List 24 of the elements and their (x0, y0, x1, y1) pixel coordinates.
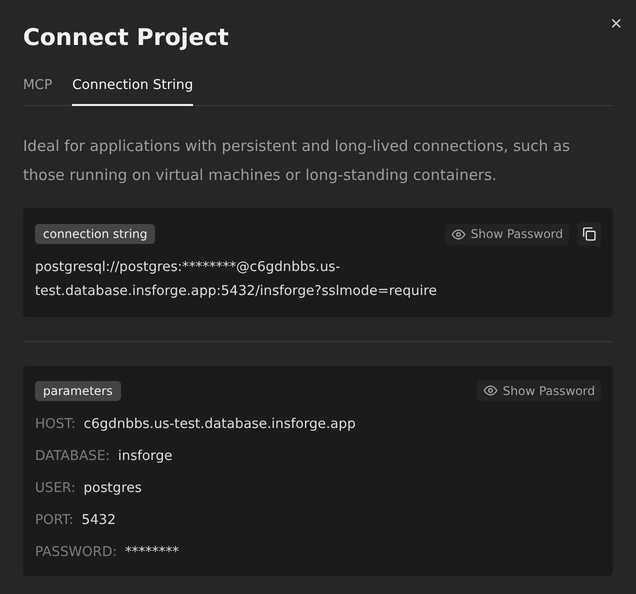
card-tag: connection string (35, 224, 156, 244)
description-text: Ideal for applications with persistent and long-lived connections, such as those running on virtual machines or long-standing containers. (23, 136, 571, 186)
tab[interactable]: MCP (23, 77, 52, 106)
parameter-label: USER: (35, 479, 76, 498)
parameter-value: postgres (84, 479, 142, 498)
tab[interactable]: Connection String (72, 77, 194, 106)
parameter-label: HOST: (35, 415, 76, 434)
parameter-label: PASSWORD: (35, 543, 117, 562)
parameter-value: ******** (124, 543, 179, 562)
copy-button[interactable] (577, 222, 601, 246)
parameter-label: PORT: (35, 511, 74, 530)
eye-icon (482, 383, 498, 398)
show-password-button[interactable]: Show Password (444, 224, 569, 244)
parameter-label: DATABASE: (35, 447, 110, 466)
copy-icon (581, 226, 597, 242)
parameter-value: 5432 (81, 511, 116, 530)
show-password-button[interactable]: Show Password (476, 380, 601, 401)
parameter-value: c6gdnbbs.us-test.database.insforge.app (84, 415, 356, 434)
close-button[interactable]: × (608, 12, 624, 36)
card-tag: parameters (35, 380, 121, 400)
connection-string-text: postgresql://postgres:********@c6gdnbbs.us-test.database.insforge.app:5432/insforge?sslmode=require (35, 258, 438, 301)
dialog-title: Connect Project (23, 25, 230, 51)
parameter-value: insforge (118, 447, 172, 466)
eye-icon (450, 226, 466, 242)
